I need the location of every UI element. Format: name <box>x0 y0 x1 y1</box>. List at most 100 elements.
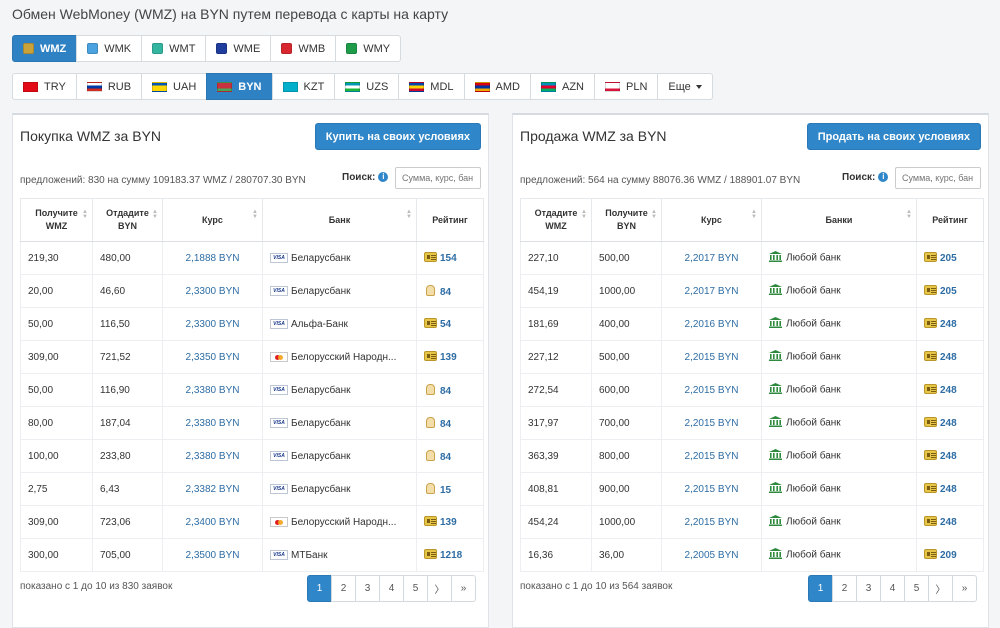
currency-tab-pln[interactable]: PLN <box>593 73 659 100</box>
more-currencies-dropdown[interactable]: Еще <box>657 73 713 100</box>
rating-link[interactable]: 205 <box>924 285 957 297</box>
rating-link[interactable]: 84 <box>424 383 451 397</box>
rating-link[interactable]: 248 <box>924 417 957 429</box>
rate-link[interactable]: 2,3380 BYN <box>162 373 263 407</box>
table-row[interactable]: 300,00 705,00 2,3500 BYN VISA МТБанк 1218 <box>20 538 484 572</box>
rate-link[interactable]: 2,2015 BYN <box>661 472 762 506</box>
table-row[interactable]: 50,00 116,50 2,3300 BYN VISA Альфа-Банк 54 <box>20 307 484 341</box>
rating-link[interactable]: 84 <box>424 416 451 430</box>
table-row[interactable]: 50,00 116,90 2,3380 BYN VISA Беларусбанк 84 <box>20 373 484 407</box>
table-row[interactable]: 100,00 233,80 2,3380 BYN VISA Беларусбанк 84 <box>20 439 484 473</box>
buy-col-header[interactable]: Отдадите BYN ▲ ▼ <box>92 198 163 242</box>
table-row[interactable]: 227,12 500,00 2,2015 BYN Любой банк 248 <box>520 340 984 374</box>
sell-search-input[interactable] <box>895 167 981 189</box>
buy-on-own-terms-button[interactable]: Купить на своих условиях <box>314 123 481 150</box>
rating-link[interactable]: 54 <box>424 318 451 330</box>
rating-link[interactable]: 205 <box>924 252 957 264</box>
rating-link[interactable]: 139 <box>424 351 457 363</box>
rate-link[interactable]: 2,2015 BYN <box>661 406 762 440</box>
rate-link[interactable]: 2,2015 BYN <box>661 373 762 407</box>
rating-link[interactable]: 154 <box>424 252 457 264</box>
page-button[interactable]: 4 <box>379 575 404 602</box>
page-button[interactable]: » <box>451 575 476 602</box>
page-button[interactable]: 2 <box>331 575 356 602</box>
page-button[interactable]: 3 <box>355 575 380 602</box>
sell-col-header[interactable]: Банки ▲ ▼ <box>761 198 917 242</box>
table-row[interactable]: 317,97 700,00 2,2015 BYN Любой банк 248 <box>520 406 984 440</box>
table-row[interactable]: 309,00 721,52 2,3350 BYN Белорусский Народн… <box>20 340 484 374</box>
rate-link[interactable]: 2,2005 BYN <box>661 538 762 572</box>
rate-link[interactable]: 2,1888 BYN <box>162 241 263 275</box>
table-row[interactable]: 309,00 723,06 2,3400 BYN Белорусский Народн… <box>20 505 484 539</box>
purse-tab-wme[interactable]: WME <box>205 35 272 62</box>
rating-link[interactable]: 84 <box>424 284 451 298</box>
table-row[interactable]: 20,00 46,60 2,3300 BYN VISA Беларусбанк 84 <box>20 274 484 308</box>
currency-tab-amd[interactable]: AMD <box>463 73 531 100</box>
currency-tab-kzt[interactable]: KZT <box>271 73 336 100</box>
table-row[interactable]: 2,75 6,43 2,3382 BYN VISA Беларусбанк 15 <box>20 472 484 506</box>
currency-tab-byn[interactable]: BYN <box>206 73 273 100</box>
table-row[interactable]: 181,69 400,00 2,2016 BYN Любой банк 248 <box>520 307 984 341</box>
table-row[interactable]: 219,30 480,00 2,1888 BYN VISA Беларусбанк 154 <box>20 241 484 275</box>
page-button[interactable]: 5 <box>904 575 929 602</box>
rating-link[interactable]: 84 <box>424 449 451 463</box>
page-button[interactable]: 3 <box>856 575 881 602</box>
rating-link[interactable]: 1218 <box>424 549 462 561</box>
rating-link[interactable]: 209 <box>924 549 957 561</box>
info-icon[interactable]: i <box>878 172 889 182</box>
rate-link[interactable]: 2,2015 BYN <box>661 439 762 473</box>
info-icon[interactable]: i <box>378 172 389 182</box>
currency-tab-uzs[interactable]: UZS <box>334 73 400 100</box>
currency-tab-mdl[interactable]: MDL <box>398 73 465 100</box>
rate-link[interactable]: 2,2016 BYN <box>661 307 762 341</box>
page-button[interactable]: 2 <box>832 575 857 602</box>
buy-col-header[interactable]: Рейтинг <box>416 198 484 242</box>
rating-link[interactable]: 248 <box>924 384 957 396</box>
currency-tab-azn[interactable]: AZN <box>529 73 595 100</box>
table-row[interactable]: 16,36 36,00 2,2005 BYN Любой банк 209 <box>520 538 984 572</box>
table-row[interactable]: 454,19 1000,00 2,2017 BYN Любой банк 205 <box>520 274 984 308</box>
table-row[interactable]: 363,39 800,00 2,2015 BYN Любой банк 248 <box>520 439 984 473</box>
page-button[interactable]: 5 <box>403 575 428 602</box>
rate-link[interactable]: 2,3300 BYN <box>162 307 263 341</box>
buy-search-input[interactable] <box>395 167 481 189</box>
buy-col-header[interactable]: Получите WMZ ▲ ▼ <box>20 198 93 242</box>
sell-col-header[interactable]: Получите BYN ▲ ▼ <box>591 198 662 242</box>
rate-link[interactable]: 2,3300 BYN <box>162 274 263 308</box>
rating-link[interactable]: 248 <box>924 318 957 330</box>
sell-col-header[interactable]: Курс ▲ ▼ <box>661 198 762 242</box>
table-row[interactable]: 227,10 500,00 2,2017 BYN Любой банк 205 <box>520 241 984 275</box>
rate-link[interactable]: 2,2015 BYN <box>661 505 762 539</box>
buy-col-header[interactable]: Курс ▲ ▼ <box>162 198 263 242</box>
rate-link[interactable]: 2,2015 BYN <box>661 340 762 374</box>
page-button[interactable]: 〉 <box>928 575 953 602</box>
rate-link[interactable]: 2,3382 BYN <box>162 472 263 506</box>
rate-link[interactable]: 2,3500 BYN <box>162 538 263 572</box>
rate-link[interactable]: 2,3350 BYN <box>162 340 263 374</box>
rate-link[interactable]: 2,3380 BYN <box>162 439 263 473</box>
rating-link[interactable]: 248 <box>924 483 957 495</box>
rating-link[interactable]: 248 <box>924 351 957 363</box>
table-row[interactable]: 454,24 1000,00 2,2015 BYN Любой банк 248 <box>520 505 984 539</box>
currency-tab-uah[interactable]: UAH <box>141 73 208 100</box>
page-button[interactable]: 1 <box>307 575 332 602</box>
sell-on-own-terms-button[interactable]: Продать на своих условиях <box>806 123 981 150</box>
page-button[interactable]: 〉 <box>427 575 452 602</box>
sell-col-header[interactable]: Отдадите WMZ ▲ ▼ <box>520 198 592 242</box>
rate-link[interactable]: 2,2017 BYN <box>661 274 762 308</box>
purse-tab-wmz[interactable]: WMZ <box>12 35 78 62</box>
purse-tab-wmk[interactable]: WMK <box>76 35 143 62</box>
rate-link[interactable]: 2,3380 BYN <box>162 406 263 440</box>
purse-tab-wmt[interactable]: WMT <box>141 35 207 62</box>
table-row[interactable]: 80,00 187,04 2,3380 BYN VISA Беларусбанк 84 <box>20 406 484 440</box>
rate-link[interactable]: 2,3400 BYN <box>162 505 263 539</box>
sell-col-header[interactable]: Рейтинг <box>916 198 984 242</box>
page-button[interactable]: » <box>952 575 977 602</box>
currency-tab-rub[interactable]: RUB <box>75 73 143 100</box>
rating-link[interactable]: 248 <box>924 516 957 528</box>
rating-link[interactable]: 139 <box>424 516 457 528</box>
table-row[interactable]: 272,54 600,00 2,2015 BYN Любой банк 248 <box>520 373 984 407</box>
rating-link[interactable]: 248 <box>924 450 957 462</box>
page-button[interactable]: 4 <box>880 575 905 602</box>
table-row[interactable]: 408,81 900,00 2,2015 BYN Любой банк 248 <box>520 472 984 506</box>
